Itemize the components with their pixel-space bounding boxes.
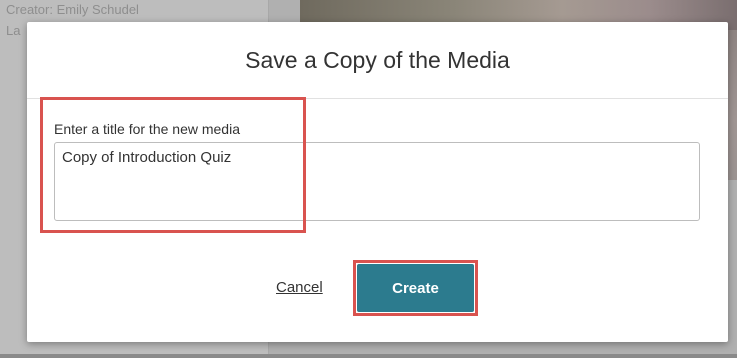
page-bottom-border [0, 354, 737, 358]
cancel-button[interactable]: Cancel [276, 279, 323, 296]
save-copy-dialog: Save a Copy of the Media Enter a title f… [27, 22, 728, 342]
dialog-header: Save a Copy of the Media [27, 22, 728, 99]
new-media-title-input[interactable]: Copy of Introduction Quiz [54, 142, 700, 221]
dialog-title: Save a Copy of the Media [245, 46, 510, 73]
title-field-label: Enter a title for the new media [54, 121, 240, 137]
last-updated-text: La [6, 23, 21, 38]
creator-text: Creator: Emily Schudel [6, 2, 139, 17]
create-button[interactable]: Create [357, 264, 474, 312]
